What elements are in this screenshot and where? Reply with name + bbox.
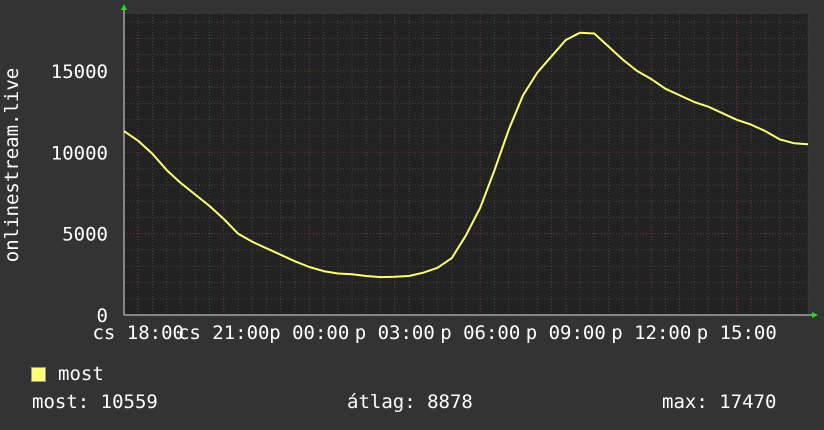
- y-tick-label: 15000: [51, 61, 108, 83]
- x-tick-label: p 03:00: [355, 322, 435, 344]
- y-tick-label: 10000: [51, 142, 108, 164]
- x-tick-label: p 00:00: [269, 322, 349, 344]
- x-tick-label: cs 18:00: [92, 322, 184, 344]
- x-tick-label: p 15:00: [697, 322, 777, 344]
- x-tick-label: p 06:00: [440, 322, 520, 344]
- x-tick-label: cs 21:00: [178, 322, 270, 344]
- y-tick-label: 5000: [62, 224, 108, 246]
- stat-average: átlag: 8878: [347, 391, 473, 413]
- y-axis-label: onlinestream.live: [1, 67, 23, 263]
- legend-swatch-most: [31, 366, 46, 382]
- x-tick-label: p 09:00: [526, 322, 606, 344]
- legend-label-most: most: [58, 363, 104, 385]
- x-axis-arrow: [812, 312, 818, 318]
- stat-current: most: 10559: [32, 391, 158, 413]
- line-chart: 050001000015000cs 18:00cs 21:00 p 00:00 p …: [51, 4, 818, 344]
- x-tick-label: p 12:00: [611, 322, 691, 344]
- y-axis-arrow: [121, 4, 127, 10]
- legend: most: [31, 363, 104, 385]
- stat-maximum: max: 17470: [662, 391, 777, 413]
